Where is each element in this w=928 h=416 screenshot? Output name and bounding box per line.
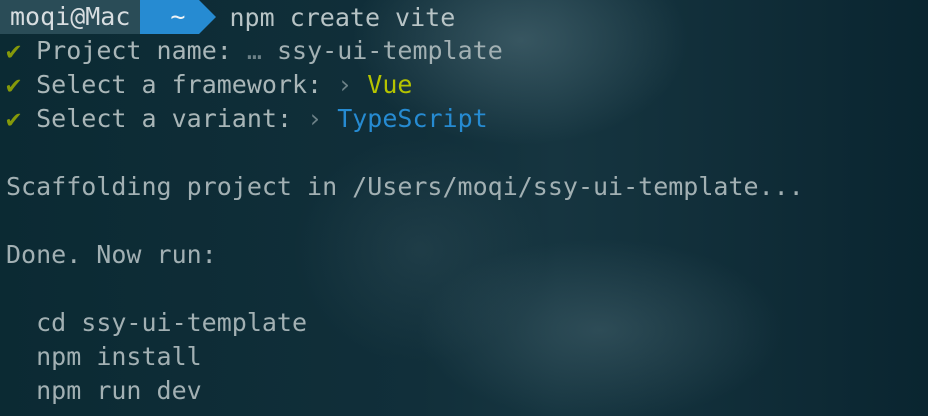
check-icon: ✔ <box>6 70 22 99</box>
next-step: npm install <box>6 340 928 374</box>
done-message: Done. Now run: <box>6 240 217 269</box>
answer-value: ssy-ui-template <box>276 36 503 65</box>
answer-framework: ✔ Select a framework: › Vue <box>6 68 928 102</box>
chevron-right-icon: › <box>337 70 353 99</box>
next-step: npm run dev <box>6 374 928 408</box>
prompt-user-host: moqi@Mac <box>0 0 158 34</box>
next-step-command: npm run dev <box>36 376 202 405</box>
scaffolding-message: Scaffolding project in /Users/moqi/ssy-u… <box>6 172 804 201</box>
answer-label: Select a variant: <box>36 104 292 133</box>
chevron-right-icon: › <box>307 104 323 133</box>
check-icon: ✔ <box>6 36 22 65</box>
next-step: cd ssy-ui-template <box>6 306 928 340</box>
answer-value: TypeScript <box>337 104 488 133</box>
answer-label: Project name: <box>36 36 232 65</box>
answer-project-name: ✔ Project name: … ssy-ui-template <box>6 34 928 68</box>
prompt-command: npm create vite <box>229 2 456 32</box>
next-step-command: cd ssy-ui-template <box>36 308 308 337</box>
answer-value: Vue <box>367 70 413 99</box>
terminal-window[interactable]: moqi@Mac ~ npm create vite ✔ Project nam… <box>0 0 928 416</box>
next-step-command: npm install <box>36 342 202 371</box>
prompt-line: moqi@Mac ~ npm create vite <box>0 0 928 34</box>
answer-variant: ✔ Select a variant: › TypeScript <box>6 102 928 136</box>
prompt-directory: ~ <box>140 0 217 34</box>
check-icon: ✔ <box>6 104 22 133</box>
answer-label: Select a framework: <box>36 70 323 99</box>
ellipsis-icon: … <box>246 36 262 65</box>
